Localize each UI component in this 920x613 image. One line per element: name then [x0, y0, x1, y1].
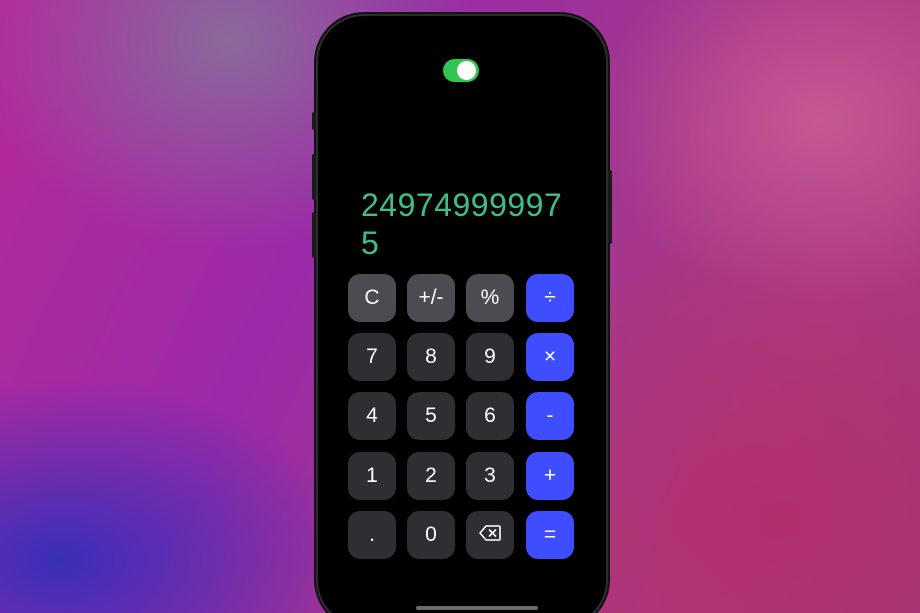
- phone-volume-down-button: [312, 212, 316, 258]
- phone-volume-up-button: [312, 154, 316, 200]
- digit-6-button[interactable]: 6: [466, 392, 514, 440]
- add-button[interactable]: +: [526, 452, 574, 500]
- backspace-button[interactable]: [466, 511, 514, 559]
- digit-1-button[interactable]: 1: [348, 452, 396, 500]
- divide-button[interactable]: ÷: [526, 274, 574, 322]
- equals-button[interactable]: =: [526, 511, 574, 559]
- desktop-wallpaper: 249749999975 C +/- % ÷ 7 8 9 × 4 5 6 - 1…: [0, 0, 920, 613]
- subtract-button[interactable]: -: [526, 392, 574, 440]
- digit-7-button[interactable]: 7: [348, 333, 396, 381]
- digit-0-button[interactable]: 0: [407, 511, 455, 559]
- digit-8-button[interactable]: 8: [407, 333, 455, 381]
- digit-2-button[interactable]: 2: [407, 452, 455, 500]
- digit-5-button[interactable]: 5: [407, 392, 455, 440]
- phone-frame: 249749999975 C +/- % ÷ 7 8 9 × 4 5 6 - 1…: [312, 16, 612, 613]
- calculator-display: 249749999975: [361, 187, 563, 261]
- phone-power-button: [608, 170, 612, 244]
- decimal-button[interactable]: .: [348, 511, 396, 559]
- theme-toggle[interactable]: [443, 59, 479, 82]
- phone-action-button: [312, 112, 316, 130]
- percent-button[interactable]: %: [466, 274, 514, 322]
- clear-button[interactable]: C: [348, 274, 396, 322]
- digit-4-button[interactable]: 4: [348, 392, 396, 440]
- backspace-icon: [479, 523, 501, 547]
- digit-9-button[interactable]: 9: [466, 333, 514, 381]
- toggle-knob: [457, 61, 476, 80]
- multiply-button[interactable]: ×: [526, 333, 574, 381]
- home-indicator: [416, 606, 538, 610]
- digit-3-button[interactable]: 3: [466, 452, 514, 500]
- sign-toggle-button[interactable]: +/-: [407, 274, 455, 322]
